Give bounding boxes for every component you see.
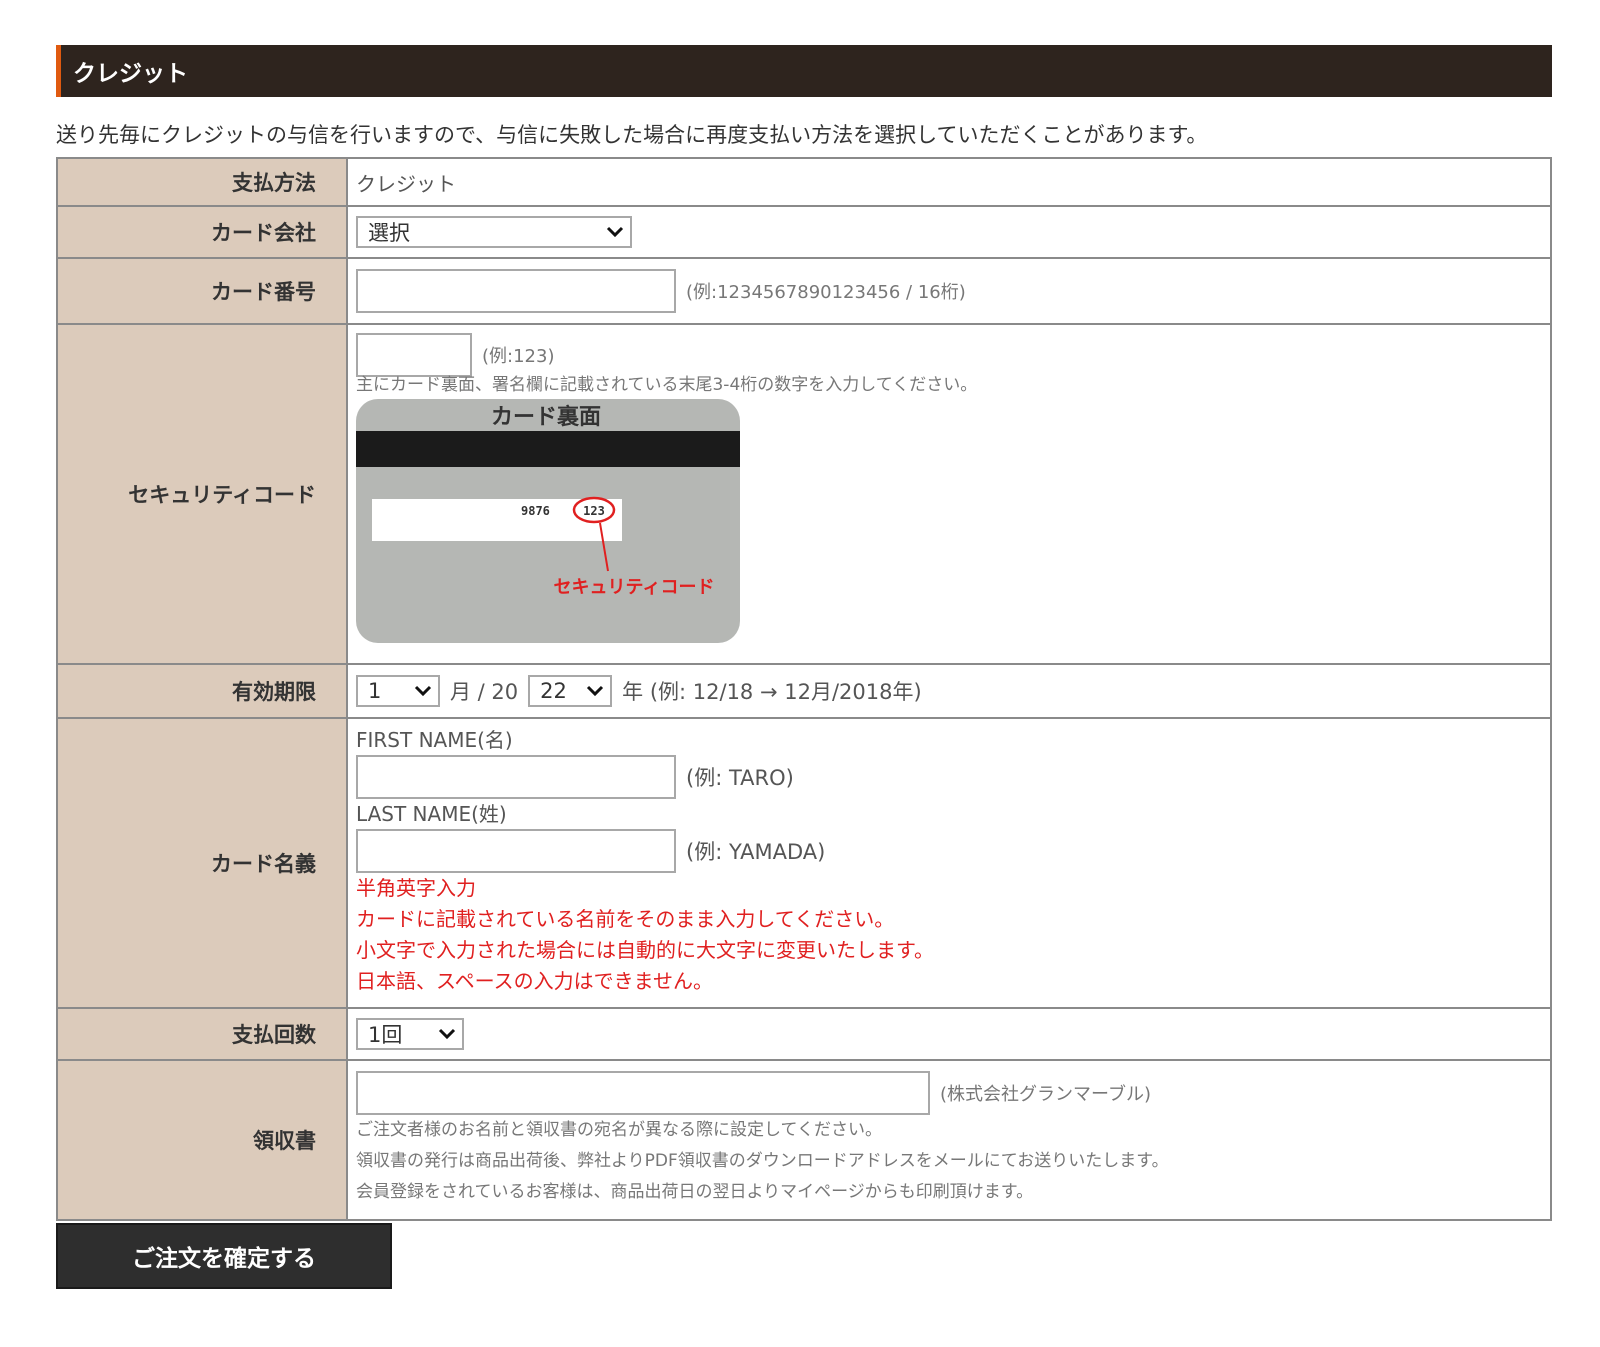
card-name-note: カードに記載されている名前をそのまま入力してください。 [356, 907, 895, 931]
confirm-order-button[interactable]: ご注文を確定する [56, 1223, 392, 1289]
credit-notice: 送り先毎にクレジットの与信を行いますので、与信に失敗した場合に再度支払い方法を選… [56, 123, 1208, 147]
section-header: クレジット [56, 45, 1552, 97]
credit-form: クレジット 送り先毎にクレジットの与信を行いますので、与信に失敗した場合に再度支… [56, 45, 1552, 1289]
security-code-note: 主にカード裏面、署名欄に記載されている末尾3-4桁の数字を入力してください。 [356, 375, 978, 395]
installments-select[interactable]: 1回 [356, 1018, 464, 1050]
installments-selected: 1回 [368, 1023, 403, 1047]
row-card-company: カード会社 選択 [56, 205, 1552, 259]
label-card-number: カード番号 [56, 257, 348, 325]
chevron-down-icon [438, 1028, 456, 1040]
payment-table: 支払方法 クレジット カード会社 選択 カード番号 (例:12345678901… [56, 157, 1552, 1221]
expiry-month-select[interactable]: 1 [356, 675, 440, 707]
row-expiry: 有効期限 1 月 / 20 22 年 (例: 12/18 → 12月/2018年… [56, 663, 1552, 719]
card-name-note: 半角英字入力 [356, 876, 476, 900]
label-card-company: カード会社 [56, 205, 348, 259]
security-code-input[interactable] [356, 333, 472, 377]
row-receipt: 領収書 (株式会社グランマーブル) ご注文者様のお名前と領収書の宛名が異なる際に… [56, 1059, 1552, 1221]
row-security-code: セキュリティコード (例:123) 主にカード裏面、署名欄に記載されている末尾3… [56, 323, 1552, 665]
last-name-hint: (例: YAMADA) [686, 840, 826, 864]
security-code-hint: (例:123) [482, 346, 555, 367]
card-back-title: カード裏面 [491, 404, 601, 430]
row-card-name: カード名義 FIRST NAME(名) (例: TARO) LAST NAME(… [56, 717, 1552, 1009]
row-installments: 支払回数 1回 [56, 1007, 1552, 1061]
last-name-label: LAST NAME(姓) [356, 802, 507, 826]
card-code: 123 [583, 504, 605, 518]
first-name-hint: (例: TARO) [686, 766, 794, 790]
receipt-name-input[interactable] [356, 1071, 930, 1115]
label-security-code: セキュリティコード [56, 323, 348, 665]
receipt-note: 領収書の発行は商品出荷後、弊社よりPDF領収書のダウンロードアドレスをメールにて… [356, 1151, 1169, 1171]
payment-method-value: クレジット [346, 157, 1552, 207]
card-name-note: 小文字で入力された場合には自動的に大文字に変更いたします。 [356, 938, 934, 962]
row-payment-method: 支払方法 クレジット [56, 157, 1552, 207]
receipt-note: ご注文者様のお名前と領収書の宛名が異なる際に設定してください。 [356, 1120, 882, 1140]
expiry-year-select[interactable]: 22 [528, 675, 613, 707]
receipt-note: 会員登録をされているお客様は、商品出荷日の翌日よりマイページからも印刷頂けます。 [356, 1182, 1034, 1202]
expiry-year-selected: 22 [540, 679, 567, 703]
receipt-hint: (株式会社グランマーブル) [940, 1084, 1151, 1105]
label-expiry: 有効期限 [56, 663, 348, 719]
security-code-caption: セキュリティコード [554, 577, 715, 598]
first-name-input[interactable] [356, 755, 676, 799]
card-number-hint: (例:1234567890123456 / 16桁) [686, 282, 966, 303]
chevron-down-icon [606, 226, 624, 238]
card-number-input[interactable] [356, 269, 676, 313]
row-card-number: カード番号 (例:1234567890123456 / 16桁) [56, 257, 1552, 325]
card-company-select[interactable]: 選択 [356, 216, 632, 248]
last-name-input[interactable] [356, 829, 676, 873]
expiry-year-unit: 年 (例: 12/18 → 12月/2018年) [622, 680, 922, 704]
section-title: クレジット [73, 61, 188, 87]
first-name-label: FIRST NAME(名) [356, 728, 513, 752]
card-name-note: 日本語、スペースの入力はできません。 [356, 969, 713, 993]
card-company-selected: 選択 [368, 221, 410, 245]
card-back-image: カード裏面 9876 123 セキュリティコード [356, 399, 740, 643]
chevron-down-icon [414, 685, 432, 697]
chevron-down-icon [587, 685, 604, 697]
label-receipt: 領収書 [56, 1059, 348, 1221]
label-installments: 支払回数 [56, 1007, 348, 1061]
label-payment-method: 支払方法 [56, 157, 348, 207]
expiry-month-selected: 1 [368, 679, 382, 703]
expiry-month-unit: 月 / 20 [450, 680, 519, 704]
label-card-name: カード名義 [56, 717, 348, 1009]
card-digits: 9876 [521, 504, 550, 518]
